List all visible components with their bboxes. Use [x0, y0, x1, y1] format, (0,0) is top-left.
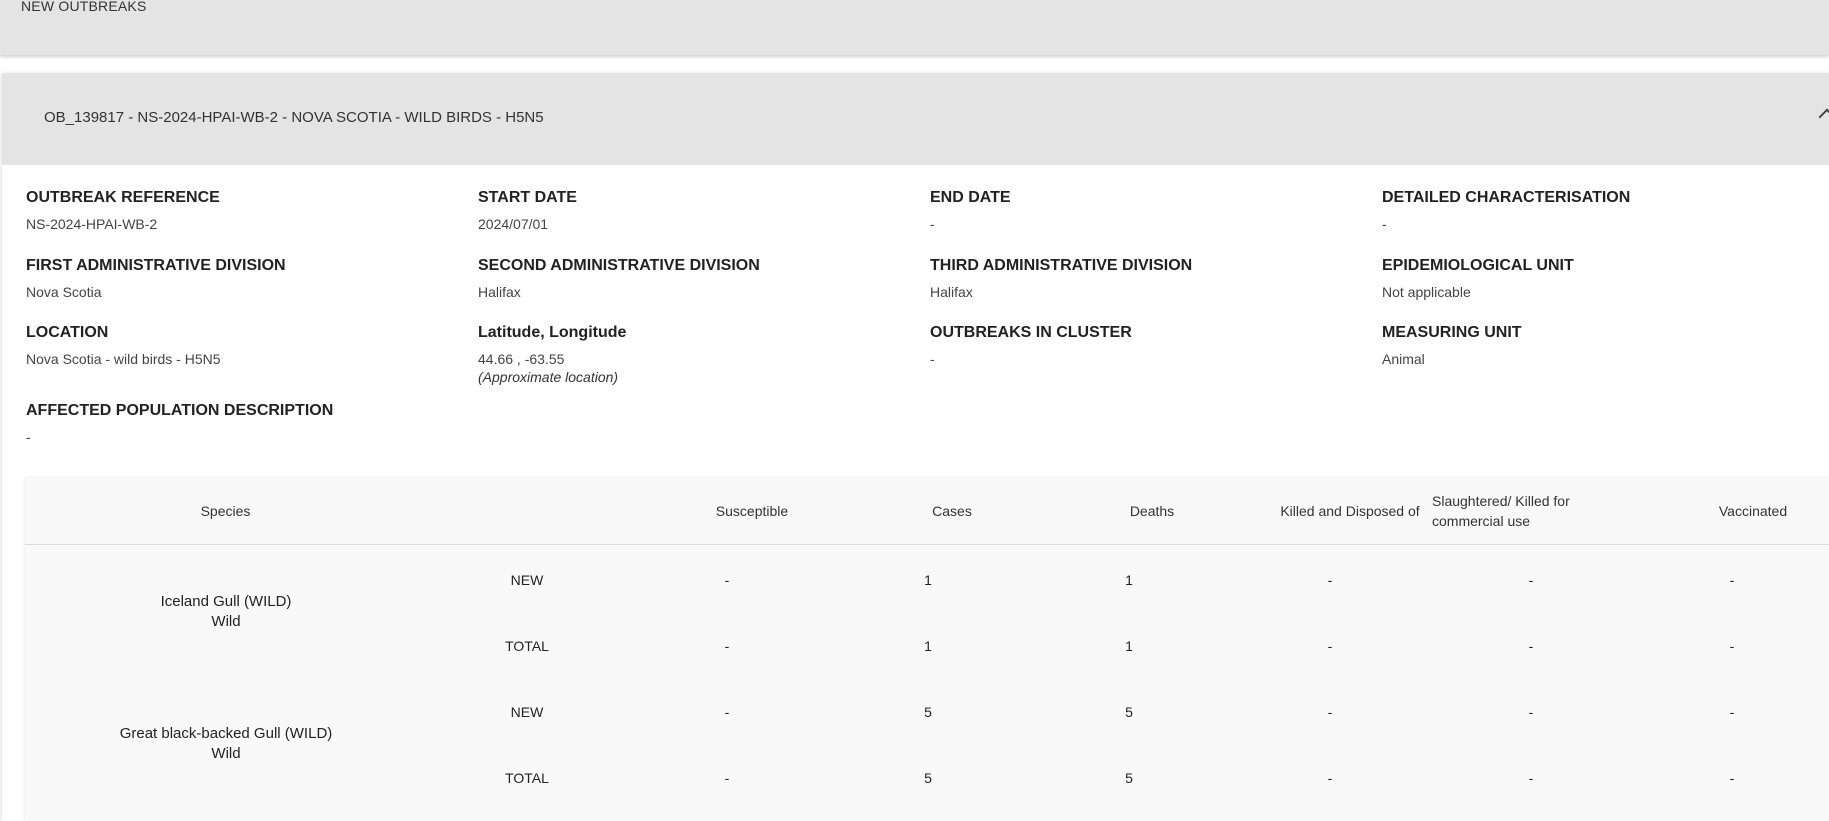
slaughtered-value: -: [1528, 770, 1534, 786]
field-label: SECOND ADMINISTRATIVE DIVISION: [478, 257, 760, 274]
field-label: EPIDEMIOLOGICAL UNIT: [1382, 257, 1574, 274]
slaughtered-value: -: [1528, 572, 1534, 588]
species-cell: Great black-backed Gull (WILD) Wild: [26, 724, 426, 764]
table-header: Species Susceptible Cases Deaths Killed …: [25, 478, 1829, 545]
slaughtered-value: -: [1528, 704, 1534, 720]
species-name: Great black-backed Gull (WILD): [119, 725, 333, 742]
field-label: OUTBREAK REFERENCE: [26, 189, 220, 206]
field-end-date: END DATE -: [930, 189, 1011, 232]
cases-value: 1: [924, 638, 932, 654]
slaughtered-value: -: [1528, 638, 1534, 654]
approximate-location-note: (Approximate location): [478, 369, 619, 385]
field-label: LOCATION: [26, 324, 109, 341]
field-label: THIRD ADMINISTRATIVE DIVISION: [930, 257, 1193, 274]
species-name: Iceland Gull (WILD): [160, 593, 292, 610]
row-kind: NEW: [510, 704, 544, 720]
field-label: MEASURING UNIT: [1382, 324, 1522, 341]
column-header-deaths: Deaths: [1129, 503, 1175, 519]
cases-value: 1: [924, 572, 932, 588]
new-outbreaks-bar: NEW OUTBREAKS: [0, 0, 1829, 55]
susceptible-value: -: [724, 638, 730, 654]
field-detailed-characterisation: DETAILED CHARACTERISATION -: [1382, 189, 1630, 232]
vaccinated-value: -: [1729, 770, 1735, 786]
species-type: Wild: [211, 613, 241, 630]
field-value: Halifax: [478, 284, 521, 300]
deaths-value: 5: [1125, 704, 1133, 720]
field-outbreaks-in-cluster: OUTBREAKS IN CLUSTER -: [930, 324, 1132, 367]
outbreak-card-header[interactable]: OB_139817 - NS-2024-HPAI-WB-2 - NOVA SCO…: [2, 73, 1829, 165]
field-value: -: [26, 429, 31, 445]
field-value: -: [1382, 216, 1387, 232]
vaccinated-value: -: [1729, 638, 1735, 654]
killed-value: -: [1327, 770, 1333, 786]
field-value: Halifax: [930, 284, 973, 300]
deaths-value: 1: [1125, 572, 1133, 588]
field-label: DETAILED CHARACTERISATION: [1382, 189, 1631, 206]
field-start-date: START DATE 2024/07/01: [478, 189, 577, 232]
field-value: NS-2024-HPAI-WB-2: [26, 216, 158, 232]
field-value: 2024/07/01: [478, 216, 549, 232]
vaccinated-value: -: [1729, 572, 1735, 588]
column-header-slaughtered: Slaughtered/ Killed for commercial use: [1432, 493, 1570, 529]
chevron-up-icon[interactable]: [1818, 108, 1829, 126]
field-second-admin-division: SECOND ADMINISTRATIVE DIVISION Halifax: [478, 257, 760, 300]
field-value: -: [930, 216, 935, 232]
field-outbreak-reference: OUTBREAK REFERENCE NS-2024-HPAI-WB-2: [26, 189, 220, 232]
outbreak-title: OB_139817 - NS-2024-HPAI-WB-2 - NOVA SCO…: [44, 109, 544, 126]
killed-value: -: [1327, 704, 1333, 720]
section-title: NEW OUTBREAKS: [21, 0, 147, 14]
field-value: Nova Scotia - wild birds - H5N5: [26, 351, 221, 367]
field-label: OUTBREAKS IN CLUSTER: [930, 324, 1132, 341]
field-epidemiological-unit: EPIDEMIOLOGICAL UNIT Not applicable: [1382, 257, 1574, 300]
species-table: Species Susceptible Cases Deaths Killed …: [25, 478, 1829, 821]
field-location: LOCATION Nova Scotia - wild birds - H5N5: [26, 324, 221, 367]
species-cell: Iceland Gull (WILD) Wild: [26, 592, 426, 632]
field-label: AFFECTED POPULATION DESCRIPTION: [26, 402, 334, 419]
cases-value: 5: [924, 704, 932, 720]
row-kind: TOTAL: [505, 638, 549, 654]
column-header-cases: Cases: [932, 503, 972, 519]
row-kind: NEW: [510, 572, 544, 588]
vaccinated-value: -: [1729, 704, 1735, 720]
field-value: Nova Scotia: [26, 284, 102, 300]
susceptible-value: -: [724, 770, 730, 786]
killed-value: -: [1327, 572, 1333, 588]
susceptible-value: -: [724, 704, 730, 720]
row-kind: TOTAL: [505, 770, 549, 786]
column-header-susceptible: Susceptible: [715, 503, 789, 519]
deaths-value: 1: [1125, 638, 1133, 654]
field-value: -: [930, 351, 935, 367]
field-label: FIRST ADMINISTRATIVE DIVISION: [26, 257, 286, 274]
field-measuring-unit: MEASURING UNIT Animal: [1382, 324, 1522, 367]
field-third-admin-division: THIRD ADMINISTRATIVE DIVISION Halifax: [930, 257, 1192, 300]
field-value: Animal: [1382, 351, 1425, 367]
field-label: END DATE: [930, 189, 1011, 206]
field-label: Latitude, Longitude: [478, 324, 627, 341]
column-header-killed: Killed and Disposed of: [1280, 503, 1420, 519]
field-value: 44.66 , -63.55: [478, 351, 565, 367]
deaths-value: 5: [1125, 770, 1133, 786]
field-lat-long: Latitude, Longitude 44.66 , -63.55 (Appr…: [478, 324, 626, 385]
column-header-species: Species: [200, 503, 251, 519]
column-header-vaccinated: Vaccinated: [1718, 503, 1788, 519]
field-value: Not applicable: [1382, 284, 1471, 300]
species-type: Wild: [211, 745, 241, 762]
field-first-admin-division: FIRST ADMINISTRATIVE DIVISION Nova Scoti…: [26, 257, 286, 300]
killed-value: -: [1327, 638, 1333, 654]
cases-value: 5: [924, 770, 932, 786]
field-label: START DATE: [478, 189, 577, 206]
field-affected-population: AFFECTED POPULATION DESCRIPTION -: [26, 402, 333, 445]
susceptible-value: -: [724, 572, 730, 588]
